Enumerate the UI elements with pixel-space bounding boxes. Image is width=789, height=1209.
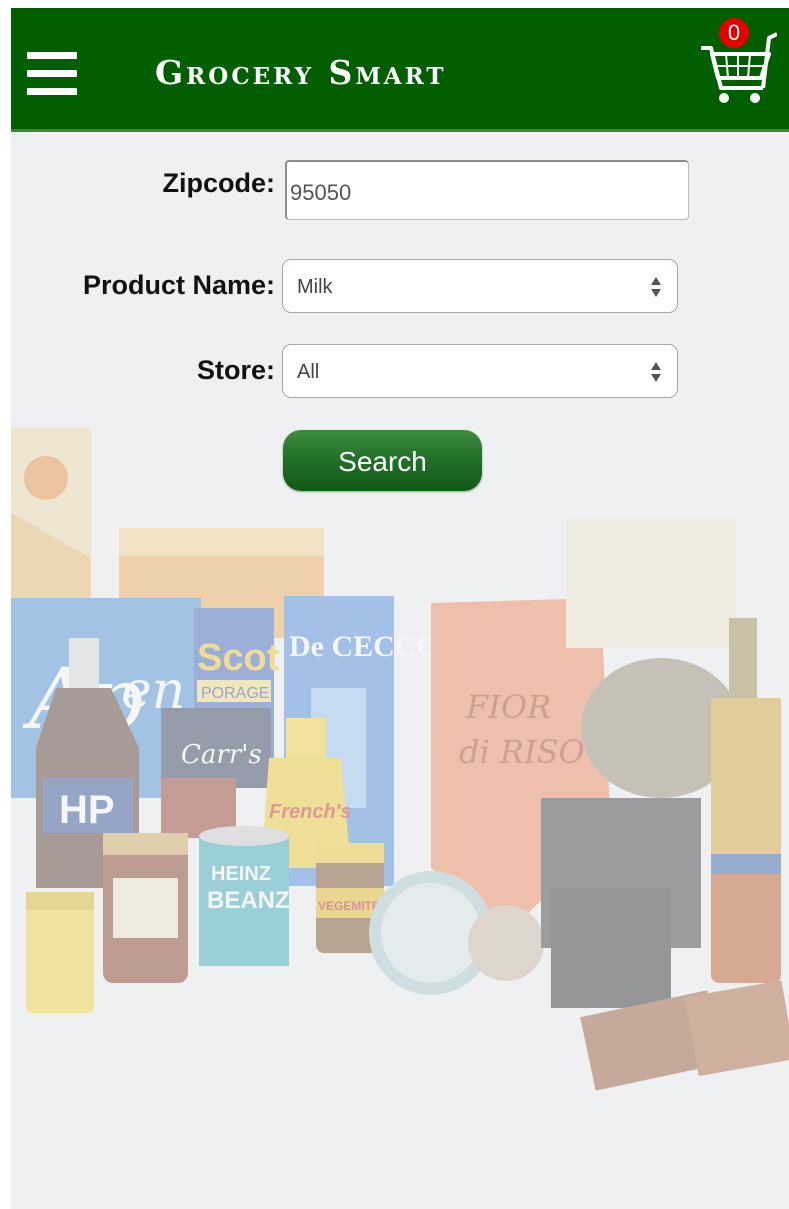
hp-label: HP [59, 788, 115, 832]
pickle-jar [711, 854, 781, 983]
beanz-label: BEANZ [207, 887, 290, 914]
zipcode-label: Zipcode: [162, 168, 276, 198]
shopping-cart-button[interactable]: 0 [697, 18, 777, 113]
hamburger-menu-icon[interactable] [27, 52, 77, 96]
colmans-mustard-jar [26, 892, 94, 1013]
heinz-label: HEINZ [211, 863, 271, 885]
cereal-box-left [11, 428, 91, 608]
search-button[interactable]: Search [283, 430, 482, 491]
frenchs-label: French's [269, 801, 352, 823]
svg-text:di RISO: di RISO [459, 733, 585, 771]
cart-count-badge: 0 [719, 18, 749, 48]
svg-text:FIOR: FIOR [465, 688, 551, 726]
scot-label: Scot [197, 637, 280, 679]
product-name-label: Product Name: [82, 270, 275, 300]
app-title: Grocery Smart [155, 53, 447, 92]
store-label: Store: [196, 355, 275, 385]
dececco-label: De CECCO [289, 630, 440, 663]
carrs-label: Carr's [181, 740, 262, 770]
heinz-beanz-can: HEINZ BEANZ [199, 826, 290, 966]
chocolate-box [541, 798, 701, 1008]
product-name-select[interactable]: Milk [282, 259, 678, 313]
carrs-box: Carr's [161, 708, 271, 788]
grocery-products-background: Ap en Scot PORAGE De CECCO FIOR di RISO [11, 428, 789, 1091]
product-name-selected-value: Milk [297, 276, 333, 298]
porage-label: PORAGE [201, 685, 269, 702]
store-selected-value: All [297, 361, 320, 383]
app-header: Grocery Smart 0 [11, 8, 789, 132]
vegemite-label: VEGEMITE [318, 899, 380, 913]
zipcode-input[interactable] [285, 160, 689, 220]
store-select[interactable]: All [282, 344, 678, 398]
app-screen: Ap en Scot PORAGE De CECCO FIOR di RISO [11, 8, 789, 1209]
select-arrows-icon [651, 362, 661, 382]
select-arrows-icon [651, 277, 661, 297]
